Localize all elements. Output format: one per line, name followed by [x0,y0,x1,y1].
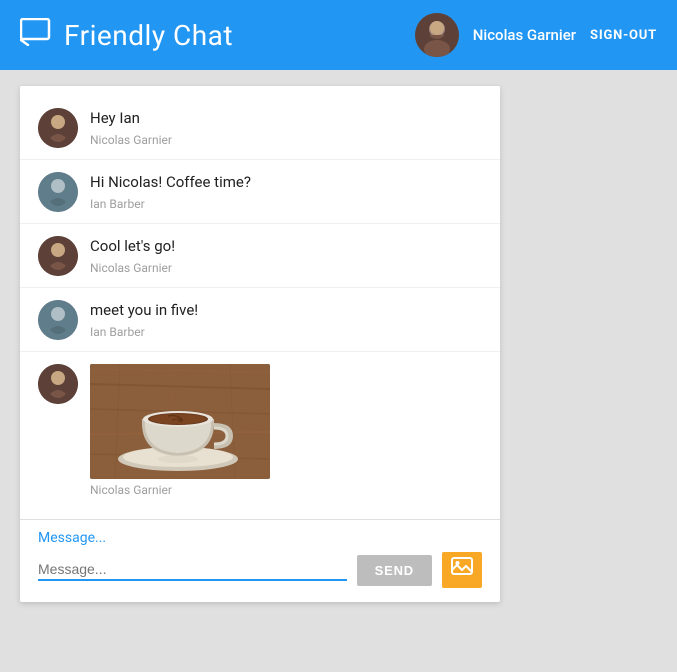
message-body: Cool let's go! Nicolas Garnier [90,236,482,281]
app-title: Friendly Chat [64,19,233,52]
message-item: meet you in five! Ian Barber [20,288,500,352]
user-avatar [415,13,459,57]
message-item: Hi Nicolas! Coffee time? Ian Barber [20,160,500,224]
chat-bubble-icon [20,18,52,53]
chat-card: Hey Ian Nicolas Garnier Hi Nicolas! Coff… [20,86,500,602]
avatar [38,236,78,276]
message-sender: Nicolas Garnier [90,133,482,147]
message-item: Nicolas Garnier [20,352,500,509]
avatar [38,364,78,404]
input-area: Message... SEND [20,519,500,602]
message-sender: Ian Barber [90,197,482,211]
avatar [38,300,78,340]
message-text: meet you in five! [90,300,482,321]
header-left: Friendly Chat [20,18,233,53]
input-row: SEND [38,552,482,588]
image-icon [451,557,473,583]
message-body: Nicolas Garnier [90,364,482,503]
message-text: Hi Nicolas! Coffee time? [90,172,482,193]
message-body: meet you in five! Ian Barber [90,300,482,345]
message-body: Hi Nicolas! Coffee time? Ian Barber [90,172,482,217]
message-item: Cool let's go! Nicolas Garnier [20,224,500,288]
message-input-wrapper [38,559,347,581]
messages-list: Hey Ian Nicolas Garnier Hi Nicolas! Coff… [20,86,500,519]
image-upload-button[interactable] [442,552,482,588]
message-text: Cool let's go! [90,236,482,257]
coffee-image [90,364,270,479]
avatar [38,108,78,148]
message-text: Hey Ian [90,108,482,129]
header-right: Nicolas Garnier SIGN-OUT [415,13,657,57]
message-sender: Nicolas Garnier [90,483,482,497]
message-sender: Nicolas Garnier [90,261,482,275]
app-header: Friendly Chat Nicolas Garnier SIGN-OUT [0,0,677,70]
avatar [38,172,78,212]
message-sender: Ian Barber [90,325,482,339]
header-username: Nicolas Garnier [473,26,576,44]
main-content: Hey Ian Nicolas Garnier Hi Nicolas! Coff… [0,70,677,672]
message-item: Hey Ian Nicolas Garnier [20,96,500,160]
message-placeholder-label[interactable]: Message... [38,530,482,546]
message-input[interactable] [38,559,347,581]
send-button[interactable]: SEND [357,555,432,586]
message-body: Hey Ian Nicolas Garnier [90,108,482,153]
signout-button[interactable]: SIGN-OUT [590,28,657,43]
